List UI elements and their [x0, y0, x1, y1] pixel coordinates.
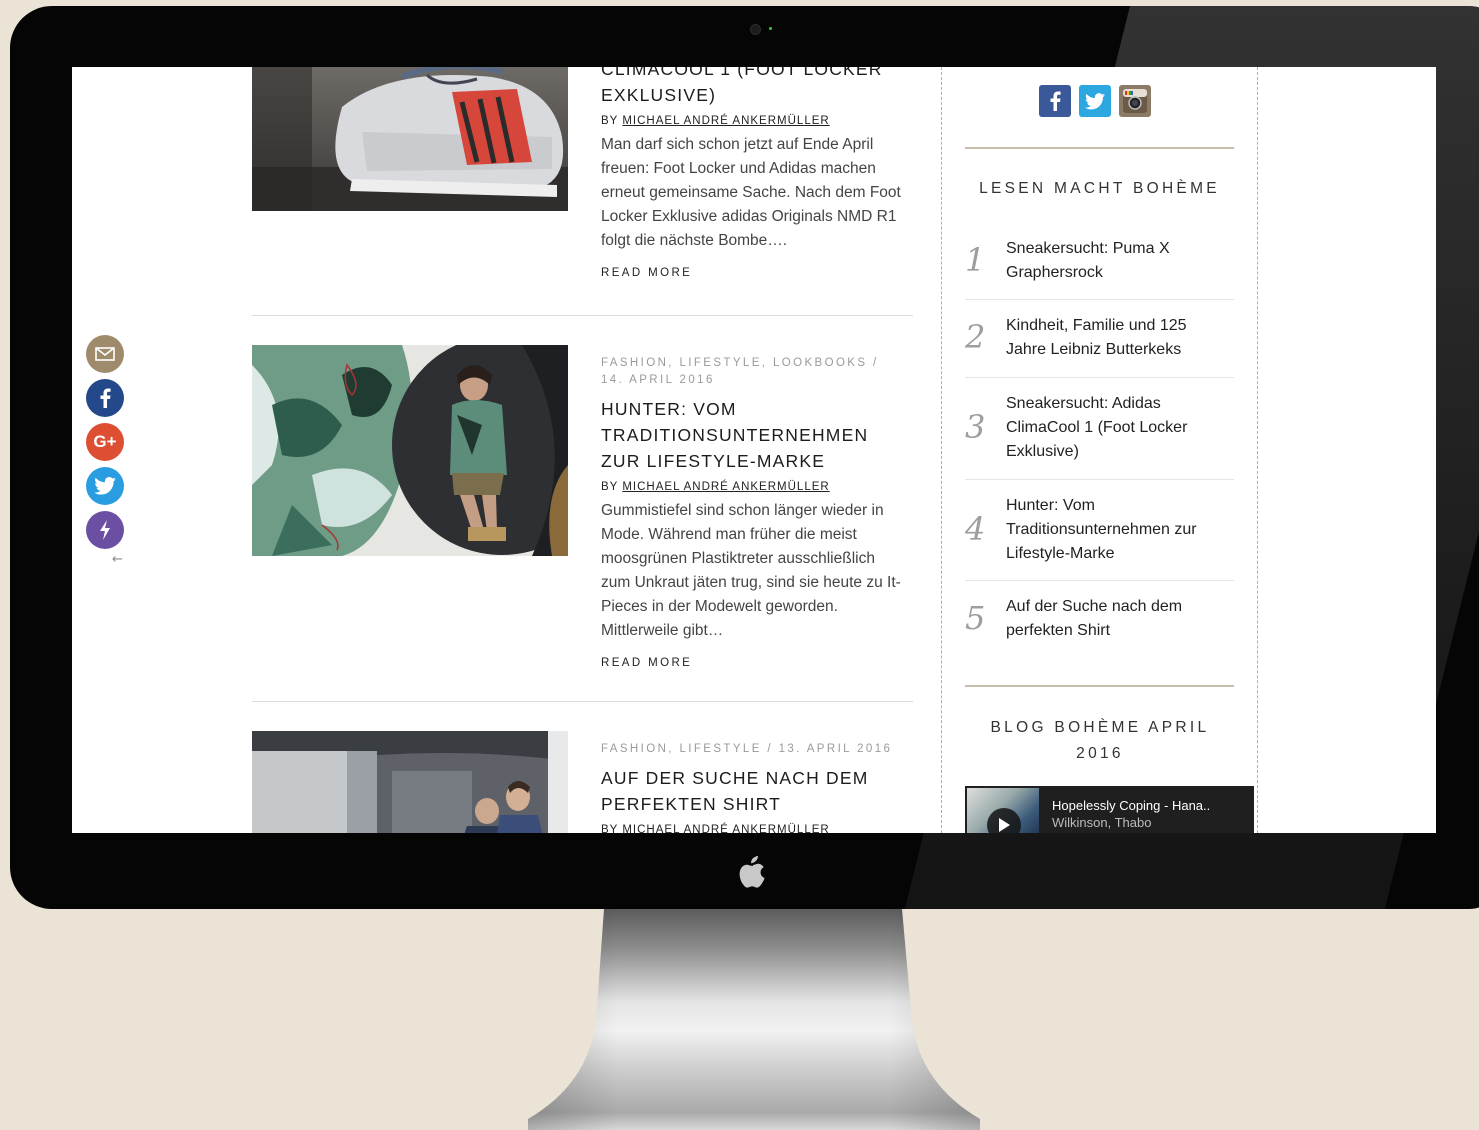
popular-item-link[interactable]: Hunter: Vom Traditionsunternehmen zur Li… — [1006, 494, 1231, 566]
sidebar-left-border — [941, 67, 942, 833]
camera — [750, 24, 761, 35]
share-email-button[interactable] — [86, 335, 124, 373]
post-title[interactable]: HUNTER: VOM TRADITIONSUNTERNEHMEN ZUR LI… — [601, 396, 906, 474]
lightning-icon — [100, 520, 110, 540]
post-title[interactable]: AUF DER SUCHE NACH DEM PERFEKTEN SHIRT — [601, 765, 906, 817]
post-author: BY MICHAEL ANDRÉ ANKERMÜLLER — [601, 822, 906, 833]
email-icon — [95, 347, 115, 361]
share-more-button[interactable] — [86, 511, 124, 549]
popular-separator — [965, 580, 1234, 581]
post-title[interactable]: CLIMACOOL 1 (FOOT LOCKER EXKLUSIVE) — [601, 67, 906, 108]
popular-separator — [965, 377, 1234, 378]
sidebar-right-border — [1257, 67, 1258, 833]
popular-separator — [965, 479, 1234, 480]
camera-led — [769, 27, 772, 30]
popular-item-number: 2 — [965, 318, 986, 356]
follow-facebook-button[interactable] — [1039, 85, 1071, 117]
popular-item[interactable]: 3 Sneakersucht: Adidas ClimaCool 1 (Foot… — [965, 392, 1234, 467]
post-divider — [252, 701, 913, 702]
post-author: BY MICHAEL ANDRÉ ANKERMÜLLER — [601, 113, 906, 129]
post-image-shirt[interactable] — [252, 731, 568, 833]
read-more-link[interactable]: READ MORE — [601, 266, 906, 280]
popular-item-link[interactable]: Sneakersucht: Puma X Graphersrock — [1006, 237, 1231, 285]
popular-item-link[interactable]: Kindheit, Familie und 125 Jahre Leibniz … — [1006, 314, 1231, 362]
instagram-icon — [1123, 89, 1147, 113]
popular-item-number: 4 — [965, 510, 986, 548]
popular-item-number: 1 — [965, 241, 986, 279]
share-collapse-arrow[interactable]: ← — [112, 553, 126, 567]
post-image-sneaker[interactable] — [252, 67, 568, 211]
popular-separator — [965, 299, 1234, 300]
popular-item-link[interactable]: Sneakersucht: Adidas ClimaCool 1 (Foot L… — [1006, 392, 1231, 464]
music-player[interactable]: Hopelessly Coping - Hana.. Wilkinson, Th… — [965, 786, 1254, 833]
sidebar-social-icons — [1039, 85, 1151, 117]
playlist-title: BLOG BOHÈME APRIL 2016 — [990, 719, 1210, 762]
play-icon — [999, 818, 1010, 832]
track-title[interactable]: Hopelessly Coping - Hana.. — [1052, 798, 1210, 814]
share-google-plus-button[interactable]: G+ — [86, 423, 124, 461]
post-text-1: CLIMACOOL 1 (FOOT LOCKER EXKLUSIVE) BY M… — [601, 67, 906, 280]
popular-item[interactable]: 1 Sneakersucht: Puma X Graphersrock — [965, 237, 1234, 297]
post-categories[interactable]: FASHION, LIFESTYLE, LOOKBOOKS / 14. APRI… — [601, 355, 906, 389]
sidebar-rule — [965, 147, 1234, 149]
author-by-label: BY — [601, 824, 619, 833]
post-image-hunter[interactable] — [252, 345, 568, 556]
browser-screen: G+ ← CLIMACOOL 1 (FOOT LOCKER EXKLUSIVE)… — [72, 67, 1436, 833]
post-text-2: FASHION, LIFESTYLE, LOOKBOOKS / 14. APRI… — [601, 355, 906, 670]
author-link[interactable]: MICHAEL ANDRÉ ANKERMÜLLER — [622, 824, 829, 833]
popular-posts-title: LESEN MACHT BOHÈME — [979, 180, 1220, 197]
post-excerpt: Gummistiefel sind schon länger wieder in… — [601, 502, 901, 639]
popular-item-number: 3 — [965, 408, 986, 446]
post-categories[interactable]: FASHION, LIFESTYLE / 13. APRIL 2016 — [601, 741, 906, 758]
track-artist: Wilkinson, Thabo — [1052, 815, 1152, 830]
popular-item[interactable]: 5 Auf der Suche nach dem perfekten Shirt — [965, 595, 1234, 655]
author-by-label: BY — [601, 481, 619, 493]
twitter-icon — [1085, 92, 1105, 109]
monitor-stand — [528, 909, 980, 1130]
popular-item-number: 5 — [965, 599, 986, 637]
follow-instagram-button[interactable] — [1119, 85, 1151, 117]
share-bar: G+ ← — [86, 335, 126, 567]
popular-item-link[interactable]: Auf der Suche nach dem perfekten Shirt — [1006, 595, 1231, 643]
post-divider — [252, 315, 913, 316]
google-plus-icon: G+ — [93, 432, 117, 451]
read-more-link[interactable]: READ MORE — [601, 656, 906, 670]
author-by-label: BY — [601, 115, 619, 127]
follow-twitter-button[interactable] — [1079, 85, 1111, 117]
author-link[interactable]: MICHAEL ANDRÉ ANKERMÜLLER — [622, 481, 829, 493]
share-twitter-button[interactable] — [86, 467, 124, 505]
sidebar-rule — [965, 685, 1234, 687]
facebook-icon — [1050, 91, 1061, 111]
apple-logo-icon — [739, 856, 765, 888]
facebook-icon — [100, 388, 111, 408]
popular-item[interactable]: 4 Hunter: Vom Traditionsunternehmen zur … — [965, 494, 1234, 569]
post-author: BY MICHAEL ANDRÉ ANKERMÜLLER — [601, 479, 906, 495]
twitter-icon — [94, 477, 116, 495]
author-link[interactable]: MICHAEL ANDRÉ ANKERMÜLLER — [622, 115, 829, 127]
post-excerpt: Man darf sich schon jetzt auf Ende April… — [601, 136, 901, 249]
share-facebook-button[interactable] — [86, 379, 124, 417]
post-text-3: FASHION, LIFESTYLE / 13. APRIL 2016 AUF … — [601, 741, 906, 833]
popular-item[interactable]: 2 Kindheit, Familie und 125 Jahre Leibni… — [965, 314, 1234, 374]
